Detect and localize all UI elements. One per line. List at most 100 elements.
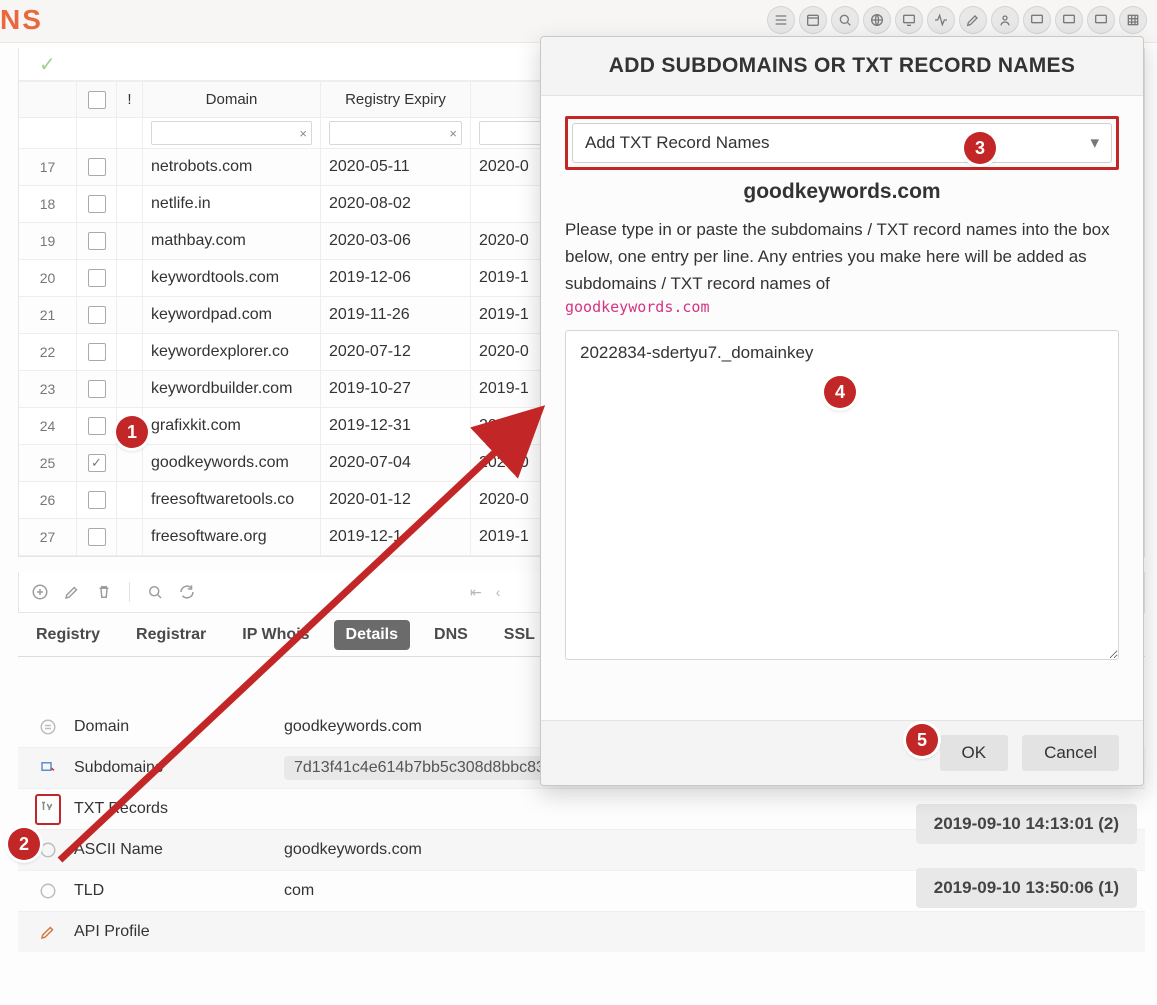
row-number: 18 [19,186,77,222]
cell-expiry: 2020-01-12 [321,482,471,518]
add-txt-modal: ADD SUBDOMAINS OR TXT RECORD NAMES Add T… [540,36,1144,786]
annotation-2: 2 [8,828,40,860]
cell-expiry: 2019-11-26 [321,297,471,333]
header-checkbox[interactable] [88,91,106,109]
row-number: 24 [19,408,77,444]
cell-expiry: 2020-07-04 [321,445,471,481]
cell-expiry: 2020-07-12 [321,334,471,370]
modal-help: Please type in or paste the subdomains /… [565,216,1119,298]
cell-domain: goodkeywords.com [143,445,321,481]
cell-domain: keywordpad.com [143,297,321,333]
grid-icon[interactable] [1119,6,1147,34]
subdomains-icon[interactable] [36,759,60,777]
cell-domain: netrobots.com [143,149,321,185]
tab-ssl[interactable]: SSL [492,620,547,650]
tab-details[interactable]: Details [334,620,410,650]
menu-icon[interactable] [767,6,795,34]
record-type-combo[interactable]: Add TXT Record Names ▾ [572,123,1112,163]
text-icon [36,718,60,736]
tab-registry[interactable]: Registry [24,620,112,650]
globe-icon[interactable] [863,6,891,34]
row-api-profile: API Profile [18,911,1145,952]
col-domain[interactable]: Domain [143,82,321,117]
activity-icon[interactable] [927,6,955,34]
cell-expiry: 2020-03-06 [321,223,471,259]
app-logo: NS [0,4,43,36]
chevron-down-icon: ▾ [1090,133,1099,153]
monitor-icon[interactable] [895,6,923,34]
annot-box-3: Add TXT Record Names ▾ [565,116,1119,170]
txt-records-icon[interactable] [36,794,60,825]
row-checkbox[interactable] [88,158,106,176]
cell-expiry: 2019-12-06 [321,260,471,296]
cell-expiry: 2019-12-1 [321,519,471,555]
cancel-button[interactable]: Cancel [1022,735,1119,771]
grid-check-icon[interactable]: ✓ [39,52,56,77]
modal-title: ADD SUBDOMAINS OR TXT RECORD NAMES [541,37,1143,96]
cell-domain: freesoftware.org [143,519,321,555]
monitor4-icon[interactable] [1087,6,1115,34]
add-icon[interactable] [31,583,49,601]
row-number: 21 [19,297,77,333]
refresh-icon[interactable] [178,583,196,601]
row-checkbox[interactable] [88,528,106,546]
cell-expiry: 2020-05-11 [321,149,471,185]
row-number: 23 [19,371,77,407]
cell-domain: mathbay.com [143,223,321,259]
first-page-icon[interactable]: ⇤ [470,584,482,601]
search2-icon[interactable] [146,583,164,601]
annotation-3: 3 [964,132,996,164]
calendar-icon[interactable] [799,6,827,34]
row-number: 17 [19,149,77,185]
cell-domain: keywordexplorer.co [143,334,321,370]
row-checkbox[interactable] [88,454,106,472]
ok-button[interactable]: OK [940,735,1009,771]
row-number: 26 [19,482,77,518]
annotation-1: 1 [116,416,148,448]
cell-expiry: 2019-10-27 [321,371,471,407]
tab-ip-whois[interactable]: IP Whois [230,620,321,650]
tab-registrar[interactable]: Registrar [124,620,218,650]
modal-help-code: goodkeywords.com [565,298,1119,316]
modal-domain: goodkeywords.com [565,180,1119,204]
timestamp-2[interactable]: 2019-09-10 13:50:06 (1) [916,868,1137,908]
cell-domain: grafixkit.com [143,408,321,444]
prev-page-icon[interactable]: ‹ [496,584,501,600]
edit-icon[interactable] [63,583,81,601]
detail-tabs: RegistryRegistrarIP WhoisDetailsDNSSSLTo… [24,620,624,650]
text3-icon [36,882,60,900]
row-checkbox[interactable] [88,232,106,250]
row-checkbox[interactable] [88,417,106,435]
cell-expiry: 2019-12-31 [321,408,471,444]
monitor2-icon[interactable] [1023,6,1051,34]
row-checkbox[interactable] [88,306,106,324]
filter-expiry[interactable]: × [329,121,462,145]
user-icon[interactable] [991,6,1019,34]
row-number: 22 [19,334,77,370]
filter-domain[interactable]: × [151,121,312,145]
annotation-5: 5 [906,724,938,756]
cell-domain: keywordtools.com [143,260,321,296]
profile-edit-icon[interactable] [36,923,60,941]
cell-domain: netlife.in [143,186,321,222]
col-expiry[interactable]: Registry Expiry [321,82,471,117]
row-checkbox[interactable] [88,195,106,213]
timestamp-1[interactable]: 2019-09-10 14:13:01 (2) [916,804,1137,844]
cell-domain: keywordbuilder.com [143,371,321,407]
col-excl[interactable]: ! [117,82,143,117]
cell-expiry: 2020-08-02 [321,186,471,222]
search-icon[interactable] [831,6,859,34]
row-checkbox[interactable] [88,269,106,287]
row-number: 19 [19,223,77,259]
row-checkbox[interactable] [88,491,106,509]
row-checkbox[interactable] [88,343,106,361]
annotation-4: 4 [824,376,856,408]
tab-dns[interactable]: DNS [422,620,480,650]
row-number: 25 [19,445,77,481]
top-icon-strip [767,6,1147,34]
monitor3-icon[interactable] [1055,6,1083,34]
cell-domain: freesoftwaretools.co [143,482,321,518]
pencil-icon[interactable] [959,6,987,34]
row-checkbox[interactable] [88,380,106,398]
delete-icon[interactable] [95,583,113,601]
